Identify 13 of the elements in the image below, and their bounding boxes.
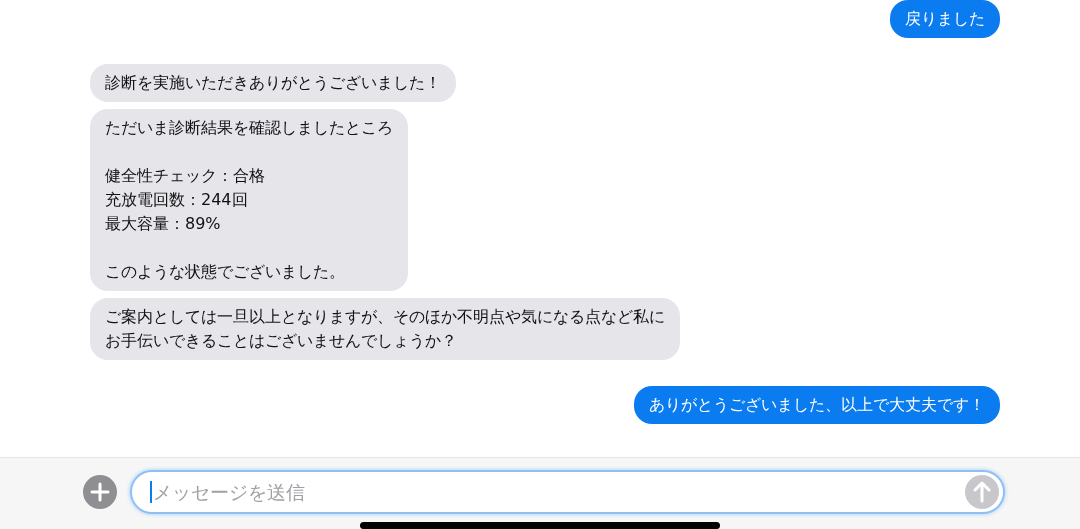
plus-icon[interactable] xyxy=(83,475,117,509)
message-line: このような状態でございました。 xyxy=(105,261,346,283)
message-line: ただいま診断結果を確認しましたところ xyxy=(105,117,393,139)
message-line: 戻りました xyxy=(905,8,985,30)
message-line: ご案内としては一旦以上となりますが、そのほか不明点や気になる点など私に xyxy=(105,306,665,328)
message-line: 健全性チェック：合格 xyxy=(105,165,266,187)
message-line: ありがとうございました、以上で大丈夫です！ xyxy=(649,394,985,416)
text-cursor xyxy=(150,481,152,503)
message-line: 最大容量：89% xyxy=(105,213,222,235)
message-line: お手伝いできることはございませんでしょうか？ xyxy=(105,330,458,352)
message-field[interactable]: メッセージを送信 xyxy=(130,470,1005,514)
message-line: 充放電回数：244回 xyxy=(105,189,249,211)
message-line: 診断を実施いただきありがとうございました！ xyxy=(105,72,441,94)
